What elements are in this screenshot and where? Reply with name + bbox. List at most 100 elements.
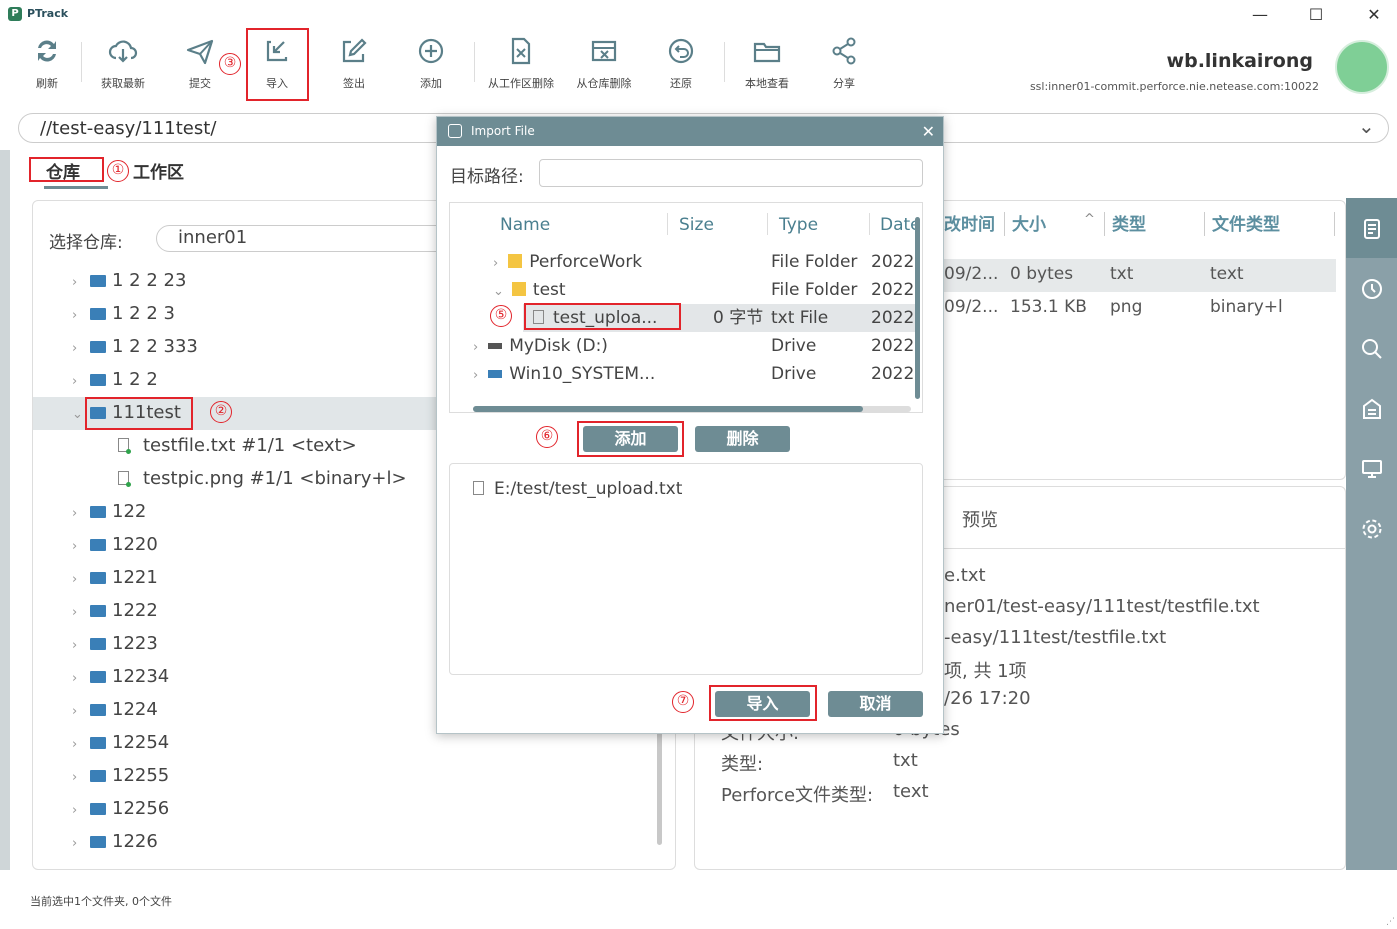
tree-folder[interactable]: › 1220 <box>72 528 158 561</box>
close-button[interactable]: ✕ <box>1360 4 1388 26</box>
tree-label: 1224 <box>112 699 158 720</box>
tab-depot[interactable]: 仓库 <box>46 158 80 183</box>
file-info-icon[interactable] <box>1356 213 1388 245</box>
tree-scrollbar[interactable] <box>657 730 662 845</box>
step-7-marker: ⑦ <box>672 691 694 713</box>
folder-icon <box>90 539 106 551</box>
history-icon[interactable] <box>1356 273 1388 305</box>
chevron-right-icon: › <box>72 737 78 752</box>
folder-icon <box>90 506 106 518</box>
tree-folder[interactable]: › 1221 <box>72 561 158 594</box>
row-date: 2022 <box>871 280 915 300</box>
detail-ptype-label: Perforce文件类型: <box>721 785 874 806</box>
browser-row[interactable]: ⌄ test <box>493 276 566 304</box>
folder-icon <box>90 308 106 320</box>
tree-folder[interactable]: › 1 2 2 333 <box>72 330 198 363</box>
folder-icon <box>90 341 106 353</box>
add-button[interactable]: 添加 <box>396 36 466 96</box>
revert-button[interactable]: 还原 <box>646 36 716 96</box>
resize-grip-icon[interactable]: ⋰ <box>1386 917 1395 927</box>
row-name: test <box>532 280 566 300</box>
browser-row[interactable]: › PerforceWork <box>493 248 642 276</box>
dialog-import-button[interactable]: 导入 <box>715 691 810 717</box>
list-item[interactable]: E:/test/test_upload.txt <box>473 475 682 503</box>
settings-gear-icon[interactable] <box>1356 513 1388 545</box>
tree-folder[interactable]: › 1 2 2 <box>72 363 158 396</box>
import-button[interactable]: 导入 <box>242 36 312 96</box>
target-path-input[interactable] <box>539 159 923 187</box>
tree-folder[interactable]: › 1224 <box>72 693 158 726</box>
tree-label: 12256 <box>112 798 170 819</box>
left-collapse-handle[interactable] <box>0 150 10 870</box>
minimize-button[interactable]: — <box>1246 4 1274 26</box>
dialog-cancel-button[interactable]: 取消 <box>828 691 923 717</box>
sort-ascending-icon[interactable]: ^ <box>1084 212 1095 227</box>
share-button[interactable]: 分享 <box>809 36 879 96</box>
title-bar: P PTrack — ☐ ✕ <box>0 0 1397 30</box>
row-date: 2022 <box>871 252 915 272</box>
tree-file[interactable]: testpic.png #1/1 <binary+l> <box>118 462 407 495</box>
detail-ptype-value: text <box>893 781 929 802</box>
tab-preview[interactable]: 预览 <box>962 506 998 532</box>
horizontal-scrollbar-thumb[interactable] <box>473 406 863 412</box>
target-path-label: 目标路径: <box>450 167 524 187</box>
tree-folder[interactable]: › 122 <box>72 495 146 528</box>
local-view-button[interactable]: 本地查看 <box>732 36 802 96</box>
col-size[interactable]: 大小 <box>1012 210 1046 235</box>
tree-folder[interactable]: › 12234 <box>72 660 169 693</box>
tree-folder-selected[interactable]: ⌄ 111test <box>72 396 181 429</box>
get-latest-button[interactable]: 获取最新 <box>88 36 158 96</box>
remove-workspace-button[interactable]: 从工作区删除 <box>486 36 556 96</box>
col-type[interactable]: Type <box>779 215 818 235</box>
chevron-right-icon: › <box>72 275 78 290</box>
tab-workspace[interactable]: 工作区 <box>133 158 184 183</box>
tree-folder[interactable]: › 1226 <box>72 825 158 858</box>
search-icon[interactable] <box>1356 333 1388 365</box>
tree-label: 12255 <box>112 765 170 786</box>
tree-folder[interactable]: › 1 2 2 23 <box>72 264 186 297</box>
tree-folder[interactable]: › 12256 <box>72 792 169 825</box>
row-type: File Folder <box>771 280 858 300</box>
table-row-selected[interactable] <box>943 259 1336 292</box>
checkout-button[interactable]: 签出 <box>319 36 389 96</box>
tree-label: 1221 <box>112 567 158 588</box>
col-date[interactable]: Date <box>880 215 916 235</box>
tree-folder[interactable]: › 1 2 2 3 <box>72 297 175 330</box>
col-type[interactable]: 类型 <box>1112 210 1146 235</box>
tree-folder[interactable]: › 12255 <box>72 759 169 792</box>
dialog-delete-button[interactable]: 删除 <box>695 426 790 452</box>
chevron-right-icon: › <box>72 374 78 389</box>
file-remove-icon <box>511 37 531 65</box>
col-name[interactable]: Name <box>500 215 550 235</box>
browser-row[interactable]: test_uploa... <box>533 304 657 332</box>
import-dialog: Import File ✕ 目标路径: Name Size Type Date … <box>436 116 944 734</box>
step-5-marker: ⑤ <box>490 305 512 327</box>
tree-file[interactable]: testfile.txt #1/1 <text> <box>118 429 357 462</box>
refresh-button[interactable]: 刷新 <box>12 36 82 96</box>
remove-depot-button[interactable]: 从仓库删除 <box>569 36 639 96</box>
folder-icon <box>90 737 106 749</box>
browser-row[interactable]: › Win10_SYSTEM... <box>473 360 655 388</box>
browser-row[interactable]: › MyDisk (D:) <box>473 332 608 360</box>
tree-folder[interactable]: › 1223 <box>72 627 158 660</box>
monitor-icon[interactable] <box>1356 453 1388 485</box>
chevron-right-icon: › <box>72 671 78 686</box>
folder-icon <box>90 605 106 617</box>
vertical-scrollbar-thumb[interactable] <box>915 217 920 399</box>
path-dropdown-icon[interactable]: ⌄ <box>1358 114 1375 138</box>
changelist-icon[interactable] <box>1356 393 1388 425</box>
maximize-button[interactable]: ☐ <box>1302 4 1330 26</box>
col-modified-time[interactable]: 改时间 <box>944 210 995 235</box>
path-value: //test-easy/111test/ <box>40 118 217 139</box>
tree-folder[interactable]: › 12254 <box>72 726 169 759</box>
tree-folder[interactable]: › 1222 <box>72 594 158 627</box>
cell-type: txt <box>1110 264 1134 284</box>
folder-icon <box>508 254 523 268</box>
avatar[interactable] <box>1335 40 1389 94</box>
col-file-type[interactable]: 文件类型 <box>1212 210 1280 235</box>
dialog-close-button[interactable]: ✕ <box>922 117 935 146</box>
row-name: MyDisk (D:) <box>509 336 608 356</box>
row-type: txt File <box>771 308 829 328</box>
dialog-add-button[interactable]: 添加 <box>583 426 678 452</box>
col-size[interactable]: Size <box>679 215 714 235</box>
